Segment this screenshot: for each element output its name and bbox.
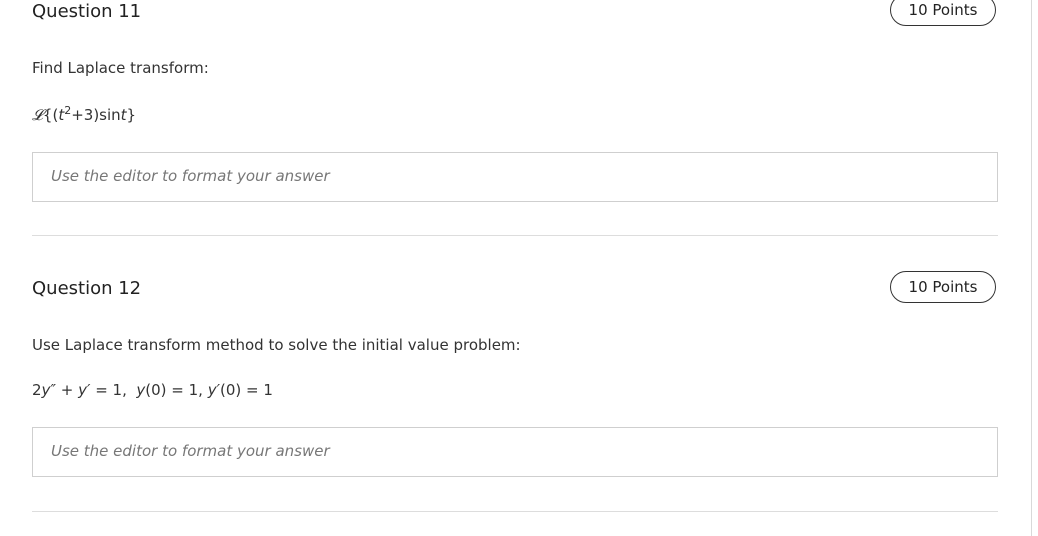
question-11-title: Question 11 <box>32 1 142 22</box>
answer-placeholder: Use the editor to format your answer <box>51 442 330 460</box>
question-12-prompt: Use Laplace transform method to solve th… <box>32 336 521 354</box>
formula-part: 2 <box>32 381 42 399</box>
formula-variable: y′ <box>78 381 91 399</box>
question-11-formula: 𝓛{(t2+3)sint} <box>32 104 136 124</box>
formula-part: (0) = 1 <box>220 381 273 399</box>
formula-part: {( <box>42 106 59 124</box>
answer-placeholder: Use the editor to format your answer <box>51 167 330 185</box>
formula-part: = 1, <box>90 381 137 399</box>
question-divider <box>32 511 998 512</box>
question-divider <box>32 235 998 236</box>
question-12-title: Question 12 <box>32 278 142 299</box>
formula-part: (0) = 1, <box>145 381 208 399</box>
page-right-border <box>1031 0 1032 536</box>
question-12-points-badge: 10 Points <box>890 271 996 303</box>
question-11-points-badge: 10 Points <box>890 0 996 26</box>
page: Question 11 10 Points Find Laplace trans… <box>0 0 1038 536</box>
formula-part: + <box>56 381 79 399</box>
laplace-operator: 𝓛 <box>32 106 43 124</box>
question-11-answer-editor[interactable]: Use the editor to format your answer <box>32 152 998 202</box>
question-12-formula: 2y″ + y′ = 1, y(0) = 1, y′(0) = 1 <box>32 381 273 399</box>
formula-part: } <box>126 106 137 124</box>
formula-variable: y′ <box>207 381 221 399</box>
formula-part: +3)sin <box>71 106 121 124</box>
question-12-answer-editor[interactable]: Use the editor to format your answer <box>32 427 998 477</box>
formula-variable: y <box>136 381 146 399</box>
formula-variable: y″ <box>41 381 57 399</box>
question-11-prompt: Find Laplace transform: <box>32 59 209 77</box>
